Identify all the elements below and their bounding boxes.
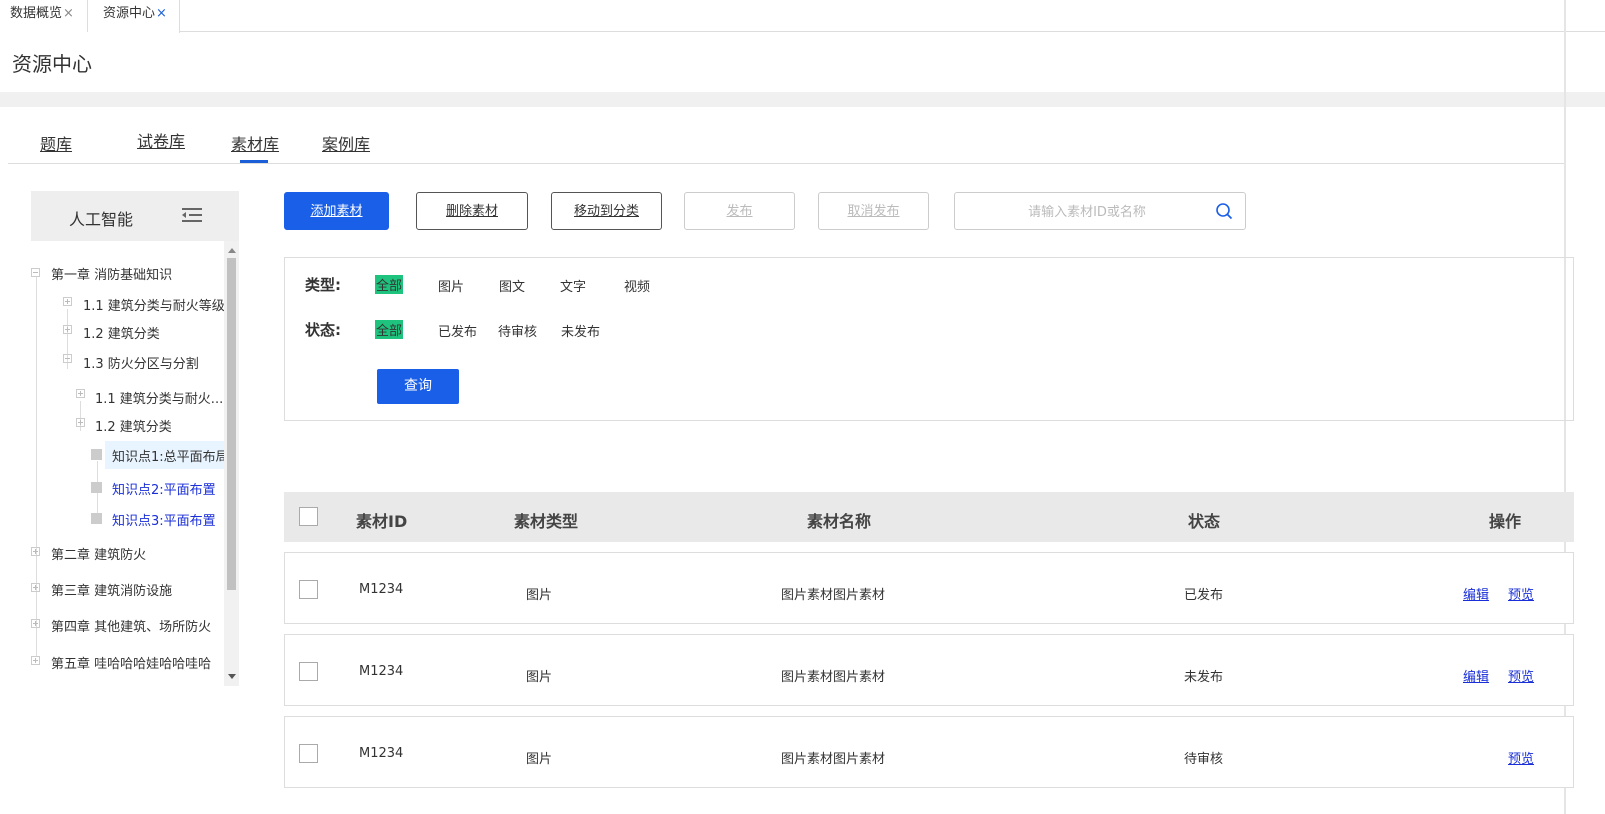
tab-label: 资源中心: [103, 6, 156, 21]
preview-link[interactable]: 预览: [1508, 748, 1534, 767]
column-header-id: 素材ID: [356, 512, 408, 531]
cell-type: 图片: [526, 752, 553, 767]
tab-bar: 数据概览× 资源中心×: [0, 0, 1605, 33]
tab-question-bank[interactable]: 题库: [40, 131, 72, 155]
tab-label: 数据概览: [10, 6, 63, 21]
cell-name: 图片素材图片素材: [781, 752, 886, 767]
expand-icon[interactable]: [63, 325, 72, 334]
unpublish-button[interactable]: 取消发布: [818, 192, 929, 230]
publish-button[interactable]: 发布: [684, 192, 795, 230]
scroll-down-icon[interactable]: [228, 674, 236, 679]
tree-item-chapter1[interactable]: 第一章 消防基础知识: [51, 264, 172, 283]
cell-id: M1234: [359, 746, 404, 761]
tree-item-chapter2[interactable]: 第二章 建筑防火: [51, 544, 146, 563]
cell-type: 图片: [526, 588, 553, 603]
expand-icon[interactable]: [63, 297, 72, 306]
status-option-pending[interactable]: 待审核: [498, 321, 537, 340]
tree-item-chapter3[interactable]: 第三章 建筑消防设施: [51, 580, 172, 599]
close-icon[interactable]: ×: [156, 6, 167, 21]
move-to-category-button[interactable]: 移动到分类: [551, 192, 662, 230]
close-icon[interactable]: ×: [63, 6, 74, 21]
cell-status: 已发布: [1184, 588, 1224, 603]
collapse-icon[interactable]: [31, 268, 40, 277]
expand-icon[interactable]: [76, 389, 85, 398]
query-button[interactable]: 查询: [377, 369, 459, 404]
status-filter-label: 状态:: [305, 321, 341, 339]
search-input[interactable]: [965, 201, 1209, 223]
divider: [8, 163, 1564, 164]
status-option-unpublished[interactable]: 未发布: [561, 321, 600, 340]
preview-link[interactable]: 预览: [1508, 666, 1534, 685]
tab-material-bank[interactable]: 素材库: [231, 131, 279, 155]
tree-item-chapter5[interactable]: 第五章 哇哈哈哈娃哈哈哇哈: [51, 653, 211, 672]
add-material-button[interactable]: 添加素材: [284, 192, 389, 230]
tree-item-1-2[interactable]: 1.2 建筑分类: [83, 323, 160, 342]
tree-item-1-3-2[interactable]: 1.2 建筑分类: [95, 416, 172, 435]
leaf-icon: [91, 482, 102, 493]
search-icon[interactable]: [1215, 202, 1233, 220]
menu-collapse-icon[interactable]: [182, 207, 202, 223]
sidebar-title: 人工智能: [69, 210, 134, 229]
sidebar-header: 人工智能: [31, 191, 239, 241]
table-header: 素材ID 素材类型 素材名称 状态 操作: [284, 492, 1574, 542]
tree-item-1-1[interactable]: 1.1 建筑分类与耐火等级: [83, 295, 225, 314]
divider: [0, 92, 1605, 107]
expand-icon[interactable]: [31, 656, 40, 665]
type-option-image-text[interactable]: 图文: [499, 276, 525, 295]
expand-icon[interactable]: [76, 418, 85, 427]
collapse-icon[interactable]: [63, 354, 72, 363]
cell-name: 图片素材图片素材: [781, 588, 886, 603]
cell-status: 待审核: [1184, 752, 1224, 767]
cell-type: 图片: [526, 670, 553, 685]
tree-item-1-3[interactable]: 1.3 防火分区与分割: [83, 353, 199, 372]
expand-icon[interactable]: [31, 619, 40, 628]
filter-panel: [284, 257, 1574, 421]
type-option-text[interactable]: 文字: [560, 276, 586, 295]
tree-item-knowledge-2[interactable]: 知识点2:平面布置: [112, 479, 216, 498]
tree-item-1-3-1[interactable]: 1.1 建筑分类与耐火...: [95, 388, 223, 407]
cell-id: M1234: [359, 664, 404, 679]
type-option-all[interactable]: 全部: [375, 275, 404, 294]
edit-link[interactable]: 编辑: [1463, 584, 1489, 603]
type-option-video[interactable]: 视频: [624, 276, 650, 295]
select-all-checkbox[interactable]: [299, 507, 318, 526]
row-checkbox[interactable]: [299, 580, 318, 599]
search-box: [954, 192, 1246, 230]
cell-status: 未发布: [1184, 670, 1224, 685]
page-title: 资源中心: [12, 52, 92, 76]
cell-id: M1234: [359, 582, 404, 597]
status-option-published[interactable]: 已发布: [438, 321, 477, 340]
row-checkbox[interactable]: [299, 662, 318, 681]
scroll-up-icon[interactable]: [228, 248, 236, 253]
tree-item-knowledge-1[interactable]: 知识点1:总平面布局: [112, 446, 229, 465]
preview-link[interactable]: 预览: [1508, 584, 1534, 603]
type-filter-label: 类型:: [305, 276, 341, 294]
delete-material-button[interactable]: 删除素材: [416, 192, 528, 230]
edit-link[interactable]: 编辑: [1463, 666, 1489, 685]
status-option-all[interactable]: 全部: [375, 320, 404, 339]
leaf-icon: [91, 449, 102, 460]
leaf-icon: [91, 513, 102, 524]
row-checkbox[interactable]: [299, 744, 318, 763]
type-option-image[interactable]: 图片: [438, 276, 464, 295]
category-tree: 第一章 消防基础知识 1.1 建筑分类与耐火等级 1.2 建筑分类 1.3 防火…: [31, 241, 239, 686]
column-header-status: 状态: [1188, 512, 1221, 531]
scrollbar-thumb[interactable]: [227, 258, 236, 590]
column-header-type: 素材类型: [514, 512, 579, 531]
tab-paper-bank[interactable]: 试卷库: [137, 128, 185, 152]
tab-data-overview[interactable]: 数据概览×: [0, 0, 88, 32]
expand-icon[interactable]: [31, 583, 40, 592]
tree-item-chapter4[interactable]: 第四章 其他建筑、场所防火: [51, 616, 211, 635]
table-row: M1234 图片 图片素材图片素材 未发布 编辑 预览: [284, 634, 1574, 706]
column-header-actions: 操作: [1489, 512, 1522, 531]
cell-name: 图片素材图片素材: [781, 670, 886, 685]
column-header-name: 素材名称: [807, 512, 872, 531]
table-row: M1234 图片 图片素材图片素材 已发布 编辑 预览: [284, 552, 1574, 624]
tab-resource-center[interactable]: 资源中心×: [88, 0, 180, 33]
expand-icon[interactable]: [31, 547, 40, 556]
tab-case-bank[interactable]: 案例库: [322, 131, 370, 155]
tree-line: [36, 277, 37, 657]
tree-item-knowledge-3[interactable]: 知识点3:平面布置: [112, 510, 216, 529]
table-row: M1234 图片 图片素材图片素材 待审核 预览: [284, 716, 1574, 788]
